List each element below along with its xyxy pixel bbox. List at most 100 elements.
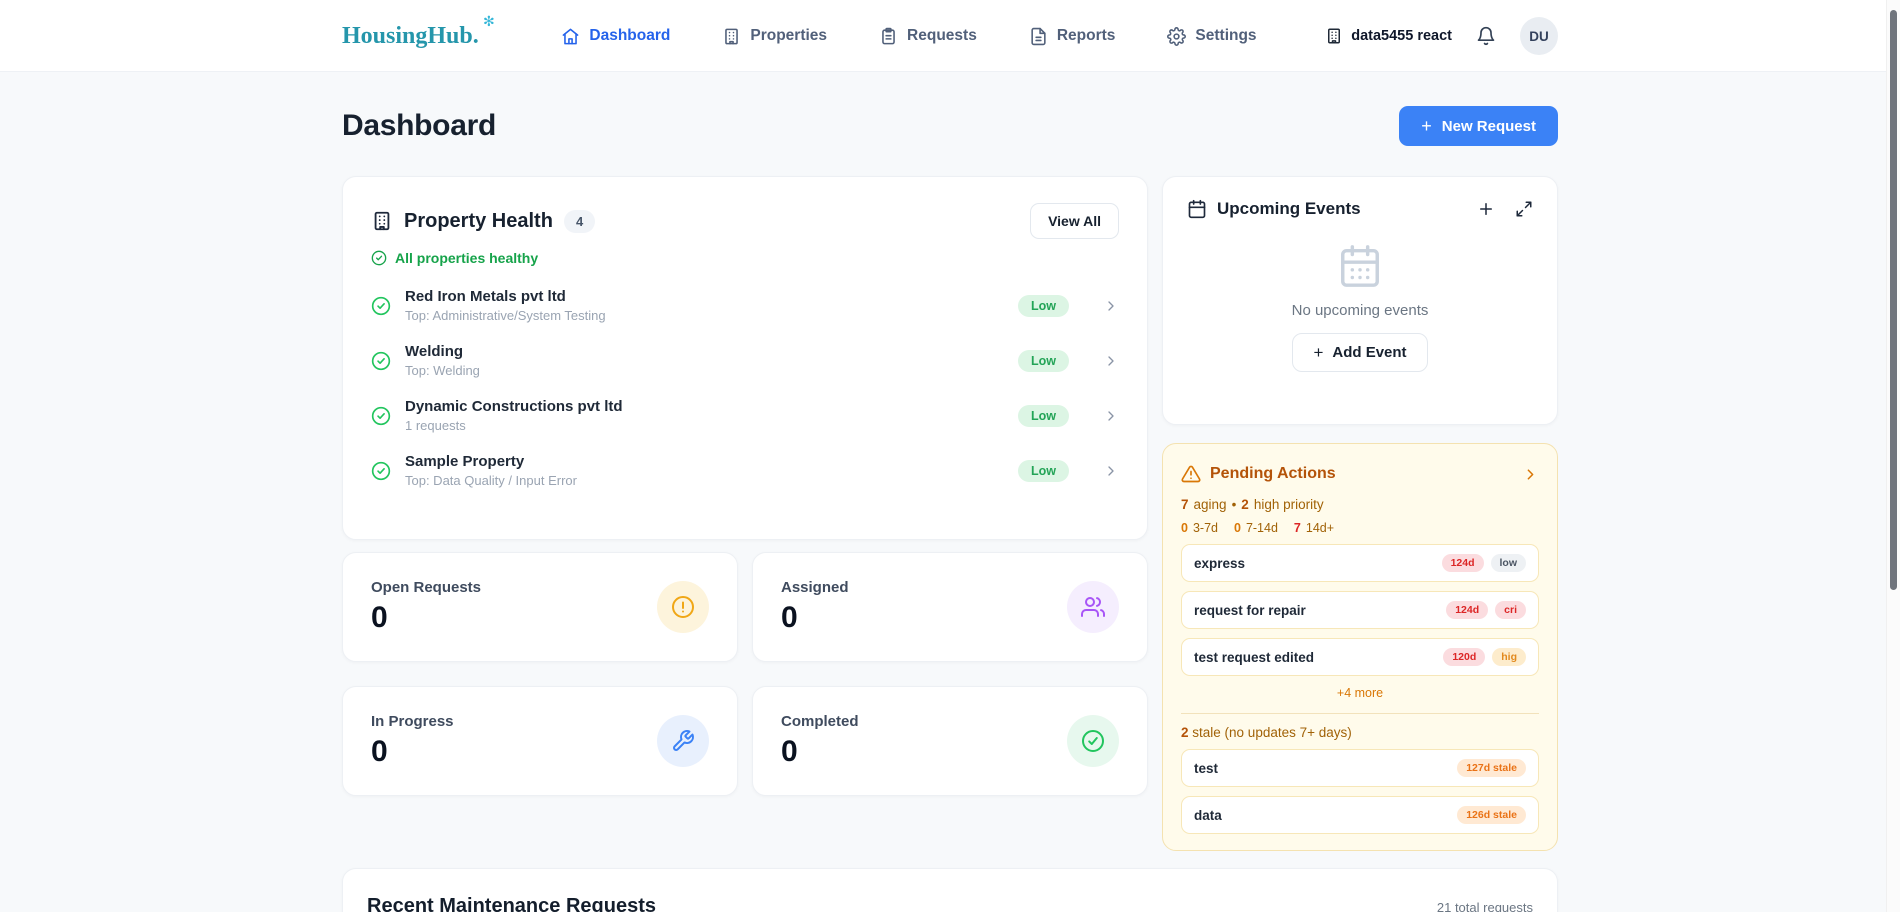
warning-triangle-icon <box>1181 464 1201 484</box>
left-column: Property Health 4 View All All propertie… <box>342 176 1148 796</box>
clipboard-icon <box>879 27 898 46</box>
pending-actions-card: Pending Actions 7 aging • 2 high priorit… <box>1162 443 1558 851</box>
pending-actions-title: Pending Actions <box>1210 465 1336 483</box>
home-icon <box>561 27 580 46</box>
show-more-link[interactable]: +4 more <box>1181 686 1539 700</box>
check-circle-icon <box>371 461 391 481</box>
users-icon <box>1067 581 1119 633</box>
nav-properties-label: Properties <box>750 27 827 45</box>
expand-icon[interactable] <box>1515 200 1533 218</box>
stale-badge: 127d stale <box>1457 759 1526 777</box>
nav-reports[interactable]: Reports <box>1029 27 1116 46</box>
building-icon <box>722 27 741 46</box>
bucket-3-7d: 03-7d <box>1181 521 1218 535</box>
alert-circle-icon <box>657 581 709 633</box>
chevron-right-icon <box>1103 298 1119 314</box>
nav-dashboard[interactable]: Dashboard <box>561 27 670 46</box>
check-circle-icon <box>371 250 387 266</box>
recent-requests-section: Recent Maintenance Requests 21 total req… <box>342 868 1558 912</box>
main-nav: Dashboard Properties Requests Reports <box>561 27 1256 46</box>
scrollbar[interactable] <box>1886 0 1900 912</box>
stat-label: Completed <box>781 713 859 730</box>
property-row[interactable]: Red Iron Metals pvt ltd Top: Administrat… <box>371 288 1119 323</box>
nav-dashboard-label: Dashboard <box>589 27 670 45</box>
aging-label: aging <box>1194 497 1227 512</box>
app-logo[interactable]: HousingHub. ✻ <box>342 23 493 50</box>
age-badge: 120d <box>1443 648 1485 666</box>
workspace-name: data5455 react <box>1351 28 1452 44</box>
risk-badge: Low <box>1018 350 1069 372</box>
report-icon <box>1029 27 1048 46</box>
logo-sparkle-icon: ✻ <box>483 14 495 30</box>
no-events-text: No upcoming events <box>1292 302 1429 319</box>
pending-item[interactable]: request for repair 124d cri <box>1181 591 1539 629</box>
nav-requests-label: Requests <box>907 27 977 45</box>
nav-settings[interactable]: Settings <box>1167 27 1256 46</box>
new-request-button[interactable]: + New Request <box>1399 106 1558 146</box>
property-health-card: Property Health 4 View All All propertie… <box>342 176 1148 540</box>
notifications-bell-icon[interactable] <box>1476 26 1496 46</box>
priority-badge: cri <box>1495 601 1526 619</box>
bucket-7-14d: 07-14d <box>1234 521 1278 535</box>
plus-icon: + <box>1313 344 1323 361</box>
add-event-button[interactable]: + Add Event <box>1292 333 1427 372</box>
stat-label: Open Requests <box>371 579 481 596</box>
priority-badge: low <box>1491 554 1527 572</box>
stale-summary: 2 stale (no updates 7+ days) <box>1181 725 1539 740</box>
view-all-button[interactable]: View All <box>1030 203 1119 239</box>
stat-in-progress: In Progress 0 <box>342 686 738 796</box>
stale-item[interactable]: data 126d stale <box>1181 796 1539 834</box>
scrollbar-thumb[interactable] <box>1890 10 1897 590</box>
priority-badge: hig <box>1492 648 1526 666</box>
pending-aging-summary: 7 aging • 2 high priority <box>1181 497 1539 512</box>
add-event-plus-icon[interactable] <box>1477 200 1495 218</box>
upcoming-events-title: Upcoming Events <box>1217 199 1361 219</box>
property-name: Welding <box>405 343 1004 360</box>
stat-assigned: Assigned 0 <box>752 552 1148 662</box>
pending-item-name: request for repair <box>1194 603 1306 618</box>
property-name: Sample Property <box>405 453 1004 470</box>
property-health-title: Property Health <box>404 210 553 233</box>
pending-item[interactable]: express 124d low <box>1181 544 1539 582</box>
stale-label: stale (no updates 7+ days) <box>1192 725 1351 740</box>
divider <box>1181 713 1539 714</box>
nav-requests[interactable]: Requests <box>879 27 977 46</box>
property-health-building-icon <box>371 210 393 232</box>
new-request-label: New Request <box>1442 118 1536 135</box>
stale-badge: 126d stale <box>1457 806 1526 824</box>
chevron-right-icon <box>1103 463 1119 479</box>
high-priority-label: high priority <box>1254 497 1324 512</box>
calendar-icon <box>1187 199 1207 219</box>
recent-requests-total: 21 total requests <box>1437 900 1533 912</box>
check-circle-icon <box>1067 715 1119 767</box>
age-badge: 124d <box>1442 554 1484 572</box>
stat-label: Assigned <box>781 579 849 596</box>
pending-item[interactable]: test request edited 120d hig <box>1181 638 1539 676</box>
property-row[interactable]: Welding Top: Welding Low <box>371 343 1119 378</box>
stat-completed: Completed 0 <box>752 686 1148 796</box>
risk-badge: Low <box>1018 460 1069 482</box>
user-avatar[interactable]: DU <box>1520 17 1558 55</box>
property-health-count-badge: 4 <box>564 210 595 233</box>
chevron-right-icon <box>1522 466 1539 483</box>
stat-open-requests: Open Requests 0 <box>342 552 738 662</box>
aging-buckets: 03-7d 07-14d 714d+ <box>1181 521 1539 535</box>
upcoming-events-card: Upcoming Events No upcoming event <box>1162 176 1558 425</box>
page-title: Dashboard <box>342 109 496 143</box>
property-row[interactable]: Sample Property Top: Data Quality / Inpu… <box>371 453 1119 488</box>
add-event-label: Add Event <box>1332 344 1406 361</box>
high-priority-count: 2 <box>1241 497 1249 512</box>
property-row[interactable]: Dynamic Constructions pvt ltd 1 requests… <box>371 398 1119 433</box>
check-circle-icon <box>371 296 391 316</box>
check-circle-icon <box>371 406 391 426</box>
gear-icon <box>1167 27 1186 46</box>
stale-item[interactable]: test 127d stale <box>1181 749 1539 787</box>
aging-separator: • <box>1232 497 1237 512</box>
stats-grid: Open Requests 0 Assigned 0 <box>342 552 1148 796</box>
workspace-selector[interactable]: data5455 react <box>1325 27 1452 45</box>
dashboard-main: Dashboard + New Request Property Health … <box>342 72 1558 912</box>
nav-properties[interactable]: Properties <box>722 27 827 46</box>
stale-item-name: test <box>1194 761 1218 776</box>
pending-actions-header[interactable]: Pending Actions <box>1181 464 1539 484</box>
stale-count: 2 <box>1181 725 1189 740</box>
